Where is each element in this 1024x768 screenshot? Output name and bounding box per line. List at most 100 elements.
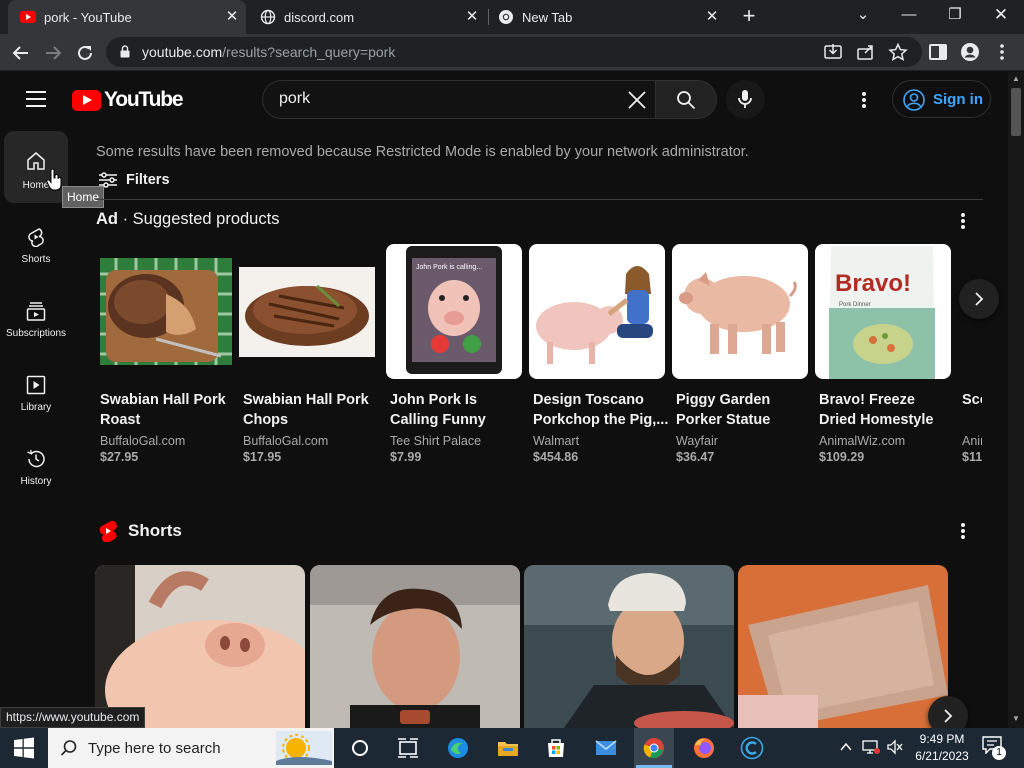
sign-in-label: Sign in — [933, 91, 983, 108]
tab-discord[interactable]: discord.com ✕ — [250, 0, 486, 34]
shorts-menu-icon[interactable] — [961, 523, 965, 539]
firefox-icon[interactable] — [692, 736, 716, 760]
product-merchant: Walmart — [533, 434, 580, 448]
short-thumbnail[interactable] — [524, 565, 734, 728]
youtube-logo[interactable]: YouTube — [72, 88, 184, 111]
phone-caption-text: John Pork is calling... — [416, 264, 483, 271]
close-window-button[interactable]: ✕ — [978, 0, 1024, 30]
page-scrollbar[interactable] — [1008, 72, 1024, 728]
product-shelf: Swabian Hall Pork Roast BuffaloGal.com $… — [96, 244, 982, 474]
guide-item-shorts[interactable]: Shorts — [4, 205, 68, 277]
tab-new-tab[interactable]: New Tab ✕ — [490, 0, 726, 34]
browser-tab-strip: pork - YouTube ✕ discord.com ✕ New Tab ✕… — [0, 0, 1024, 34]
tab-youtube[interactable]: pork - YouTube ✕ — [8, 0, 246, 34]
cortana-icon[interactable] — [348, 736, 372, 760]
shorts-icon — [28, 228, 44, 247]
search-input[interactable]: pork — [279, 90, 310, 108]
guide-label: Shorts — [21, 254, 51, 265]
filters-label: Filters — [126, 172, 170, 188]
mail-icon[interactable] — [594, 736, 618, 760]
filters-icon — [99, 172, 117, 188]
network-icon[interactable] — [862, 739, 880, 755]
account-circle-icon — [903, 89, 925, 111]
product-title: Swabian Hall Pork Chops — [243, 392, 369, 428]
guide-item-subscriptions[interactable]: Subscriptions — [4, 279, 68, 351]
install-app-icon[interactable] — [823, 43, 843, 61]
scroll-down-arrow-icon[interactable]: ▼ — [1010, 714, 1022, 724]
history-icon — [27, 449, 45, 468]
tray-chevron-up-icon[interactable] — [840, 742, 852, 752]
side-panel-icon[interactable] — [928, 42, 948, 62]
edge-icon[interactable] — [446, 736, 470, 760]
ccleaner-icon[interactable] — [740, 736, 764, 760]
shorts-shelf-title: Shorts — [128, 521, 182, 540]
new-tab-button[interactable]: + — [738, 5, 760, 28]
tab-close-icon[interactable]: ✕ — [704, 9, 720, 25]
product-image: John Pork is calling... — [386, 244, 522, 379]
scroll-up-arrow-icon[interactable]: ▲ — [1010, 74, 1022, 84]
product-title: Scot Cho — [962, 392, 982, 408]
settings-menu-icon[interactable] — [862, 92, 866, 108]
search-button[interactable] — [655, 80, 717, 119]
back-button[interactable] — [8, 40, 34, 66]
taskbar-search-box[interactable]: Type here to search — [48, 728, 334, 768]
bookmark-star-icon[interactable] — [888, 43, 908, 61]
url-text: youtube.com/results?search_query=pork — [142, 44, 395, 60]
file-explorer-icon[interactable] — [496, 736, 520, 760]
volume-muted-icon[interactable] — [886, 739, 904, 755]
restore-button[interactable]: ❐ — [932, 0, 978, 30]
windows-start-icon[interactable] — [12, 736, 36, 760]
youtube-favicon-icon — [20, 11, 36, 23]
share-icon[interactable] — [856, 43, 876, 61]
microphone-icon — [738, 90, 752, 108]
tab-separator — [488, 9, 489, 25]
search-box[interactable]: pork — [262, 80, 655, 119]
chrome-taskbar-icon[interactable] — [642, 736, 666, 760]
tab-close-icon[interactable]: ✕ — [224, 9, 240, 25]
product-price: $109.29 — [819, 450, 865, 464]
voice-search-button[interactable] — [726, 80, 765, 119]
url-host: youtube.com — [142, 44, 223, 60]
product-image: Bravo! Pork Dinner — [815, 244, 951, 379]
lock-icon[interactable] — [120, 45, 130, 58]
subscriptions-icon — [26, 302, 46, 321]
guide-item-home[interactable]: Home — [4, 131, 68, 203]
shelf-next-button[interactable] — [959, 279, 999, 319]
guide-item-library[interactable]: Library — [4, 353, 68, 425]
scrollbar-thumb[interactable] — [1011, 88, 1021, 136]
guide-menu-button[interactable] — [26, 91, 46, 107]
product-merchant: BuffaloGal.com — [243, 434, 329, 448]
short-thumbnail[interactable] — [738, 565, 948, 728]
reload-button[interactable] — [72, 40, 98, 66]
microsoft-store-icon[interactable] — [544, 736, 568, 760]
product-image — [672, 244, 808, 379]
forward-button[interactable] — [40, 40, 66, 66]
taskbar-clock[interactable]: 9:49 PM 6/21/2023 — [912, 731, 972, 765]
chrome-icon — [499, 10, 513, 24]
sign-in-button[interactable]: Sign in — [892, 80, 991, 118]
guide-item-history[interactable]: History — [4, 427, 68, 499]
tab-search-chevron-icon[interactable]: ⌄ — [840, 0, 886, 30]
profile-icon[interactable] — [960, 42, 980, 62]
ad-menu-icon[interactable] — [961, 213, 965, 229]
clear-search-icon[interactable] — [627, 90, 647, 110]
ad-badge: Ad — [96, 210, 118, 228]
ad-shelf-header: Ad · Suggested products — [96, 210, 279, 229]
product-price: $454.86 — [533, 450, 579, 464]
chrome-menu-icon[interactable] — [992, 42, 1012, 62]
address-bar[interactable]: youtube.com/results?search_query=pork — [106, 37, 922, 67]
ad-shelf-title: Suggested products — [132, 210, 280, 228]
tab-title: pork - YouTube — [44, 9, 132, 25]
notifications-button[interactable]: 1 — [982, 736, 1006, 760]
forward-arrow-icon — [46, 46, 62, 60]
task-view-icon[interactable] — [396, 736, 420, 760]
product-price: $27.95 — [100, 450, 139, 464]
tab-close-icon[interactable]: ✕ — [464, 9, 480, 25]
reload-icon — [78, 45, 92, 60]
short-thumbnail[interactable] — [95, 565, 305, 728]
minimize-button[interactable]: — — [886, 0, 932, 30]
short-thumbnail[interactable] — [310, 565, 520, 728]
product-price: $36.47 — [676, 450, 715, 464]
chevron-right-icon — [944, 709, 953, 723]
globe-icon — [260, 9, 276, 25]
